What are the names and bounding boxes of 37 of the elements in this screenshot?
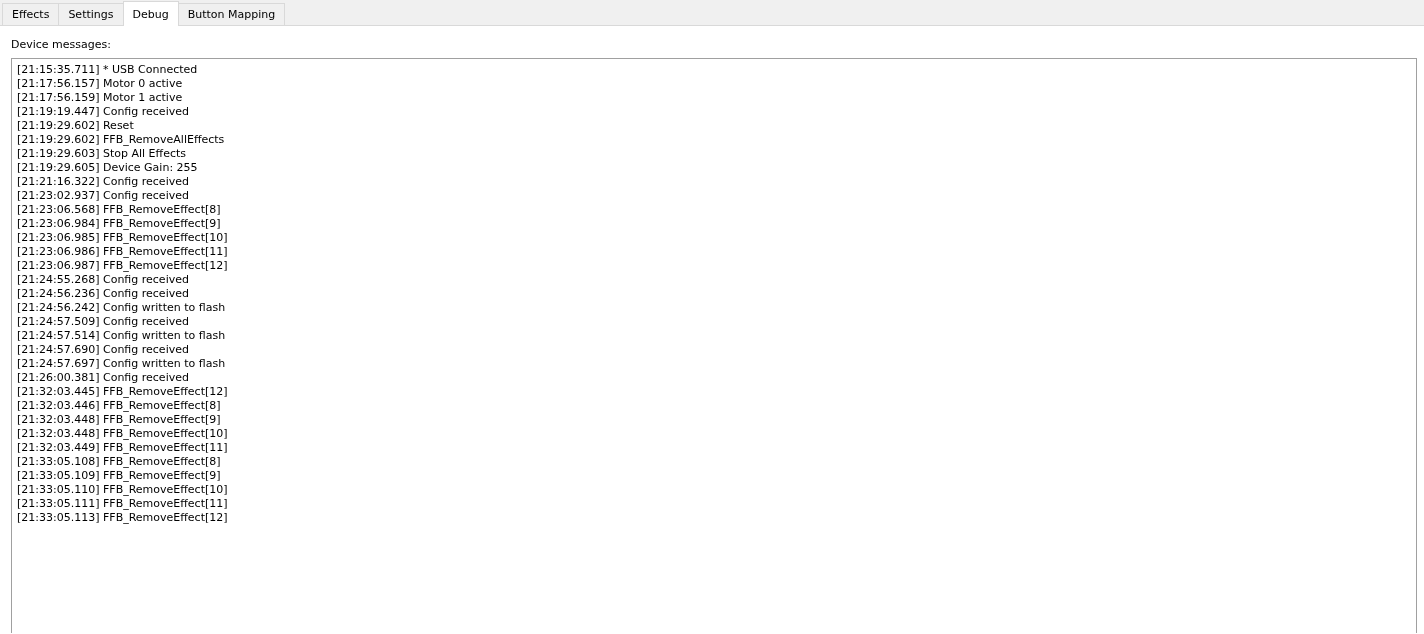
tab[interactable]: Effects [2, 3, 60, 25]
log-line: [21:19:29.605] Device Gain: 255 [17, 161, 199, 175]
log-line: [21:32:03.445] FFB_RemoveEffect[12] [17, 385, 229, 399]
log-line: [21:32:03.449] FFB_RemoveEffect[11] [17, 441, 229, 455]
log-line: [21:33:05.113] FFB_RemoveEffect[12] [17, 511, 229, 525]
log-line: [21:33:05.110] FFB_RemoveEffect[10] [17, 483, 229, 497]
log-line: [21:17:56.157] Motor 0 active [17, 77, 184, 91]
log-line: [21:24:57.514] Config written to flash [17, 329, 227, 343]
log-line: [21:23:02.937] Config received [17, 189, 190, 203]
log-line: [21:19:19.447] Config received [17, 105, 190, 119]
log-line: [21:24:55.268] Config received [17, 273, 190, 287]
log-line: [21:19:29.602] FFB_RemoveAllEffects [17, 133, 226, 147]
log-line: [21:19:29.602] Reset [17, 119, 135, 133]
log-line: [21:23:06.986] FFB_RemoveEffect[11] [17, 245, 229, 259]
log-line: [21:24:56.242] Config written to flash [17, 301, 227, 315]
log-line: [21:17:56.159] Motor 1 active [17, 91, 184, 105]
log-line: [21:32:03.448] FFB_RemoveEffect[10] [17, 427, 229, 441]
log-line: [21:32:03.448] FFB_RemoveEffect[9] [17, 413, 222, 427]
log-line: [21:21:16.322] Config received [17, 175, 190, 189]
log-line: [21:24:56.236] Config received [17, 287, 190, 301]
log-line: [21:24:57.509] Config received [17, 315, 190, 329]
tab[interactable]: Debug [122, 1, 179, 26]
log-line: [21:32:03.446] FFB_RemoveEffect[8] [17, 399, 222, 413]
log-line: [21:15:35.711] * USB Connected [17, 63, 199, 77]
log-line: [21:24:57.690] Config received [17, 343, 190, 357]
log-line: [21:23:06.984] FFB_RemoveEffect[9] [17, 217, 222, 231]
log-line: [21:33:05.111] FFB_RemoveEffect[11] [17, 497, 229, 511]
log-line: [21:33:05.109] FFB_RemoveEffect[9] [17, 469, 222, 483]
log-line: [21:19:29.603] Stop All Effects [17, 147, 187, 161]
tab[interactable]: Button Mapping [177, 3, 286, 25]
log-line: [21:33:05.108] FFB_RemoveEffect[8] [17, 455, 222, 469]
log-line: [21:24:57.697] Config written to flash [17, 357, 227, 371]
log-line: [21:26:00.381] Config received [17, 371, 190, 385]
device-messages-label: Device messages: [11, 38, 112, 53]
log-line: [21:23:06.985] FFB_RemoveEffect[10] [17, 231, 229, 245]
log-line: [21:23:06.568] FFB_RemoveEffect[8] [17, 203, 222, 217]
log-line: [21:23:06.987] FFB_RemoveEffect[12] [17, 259, 229, 273]
